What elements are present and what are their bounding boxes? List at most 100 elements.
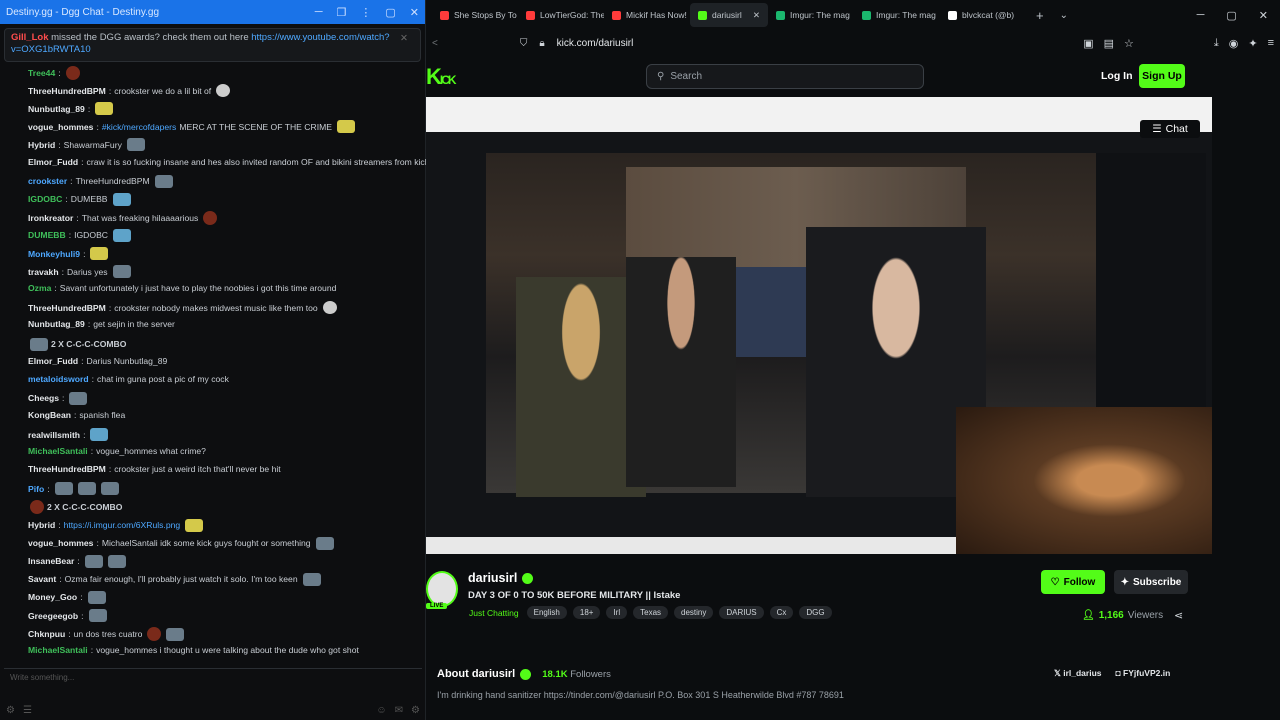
- chat-nick[interactable]: Ironkreator: [28, 213, 73, 223]
- users-icon[interactable]: ☰: [23, 705, 32, 716]
- chat-nick[interactable]: vogue_hommes: [28, 122, 93, 132]
- signup-button[interactable]: Sign Up: [1139, 64, 1185, 88]
- stream-tag[interactable]: Texas: [633, 606, 669, 619]
- stream-tag[interactable]: destiny: [674, 606, 714, 619]
- chat-nick[interactable]: MichaelSantali: [28, 645, 88, 655]
- chat-nick[interactable]: KongBean: [28, 410, 71, 420]
- emote-icon[interactable]: ☺: [376, 705, 386, 716]
- chat-link[interactable]: #kick/mercofdapers: [102, 122, 177, 132]
- shield-icon[interactable]: ⛉: [520, 38, 528, 49]
- settings-icon[interactable]: ⚙: [6, 705, 15, 716]
- chat-input[interactable]: Write something...: [4, 668, 422, 688]
- tab-favicon-icon: [698, 10, 707, 20]
- minimize-icon[interactable]: ─: [1197, 9, 1205, 22]
- browser-tab[interactable]: She Stops By To: [432, 3, 518, 27]
- address-input[interactable]: kick.com/dariusirl: [557, 38, 634, 49]
- category-link[interactable]: Just Chatting: [469, 608, 519, 618]
- extensions-icon[interactable]: ✦: [1248, 37, 1257, 50]
- chat-nick[interactable]: Nunbutlag_89: [28, 319, 85, 329]
- chat-nick[interactable]: Money_Goo: [28, 592, 77, 602]
- star-icon: ✦: [1120, 576, 1130, 588]
- viewers-label: Viewers: [1127, 610, 1164, 621]
- chat-nick[interactable]: metaloidsword: [28, 374, 89, 384]
- browser-tab[interactable]: blvckcat (@b): [940, 3, 1026, 27]
- chat-nick[interactable]: travakh: [28, 267, 59, 277]
- chat-nick[interactable]: Elmor_Fudd: [28, 157, 78, 167]
- stream-tag[interactable]: Cx: [769, 606, 794, 619]
- chat-link[interactable]: https://i.imgur.com/6XRuls.png: [64, 520, 181, 530]
- stream-tag[interactable]: English: [526, 606, 567, 619]
- account-icon[interactable]: ◉: [1229, 37, 1239, 50]
- restore-icon[interactable]: ▢: [385, 6, 395, 19]
- stream-tag[interactable]: 18+: [572, 606, 601, 619]
- channel-name[interactable]: dariusirl: [468, 571, 517, 585]
- whisper-icon[interactable]: ✉: [395, 705, 403, 716]
- chat-nick[interactable]: ThreeHundredBPM: [28, 303, 106, 313]
- chat-text: ThreeHundredBPM: [75, 176, 150, 187]
- gear-icon[interactable]: ⚙: [411, 705, 420, 716]
- stream-tag[interactable]: Irl: [606, 606, 628, 619]
- chat-nick[interactable]: crookster: [28, 176, 67, 186]
- back-icon[interactable]: <: [432, 38, 438, 49]
- chat-message: Hybrid: ShawarmaFury: [28, 138, 145, 152]
- more-icon[interactable]: ⋮: [360, 6, 371, 19]
- nick-separator: :: [108, 302, 112, 313]
- bookmark-star-icon[interactable]: ☆: [1124, 37, 1134, 50]
- browser-tab[interactable]: dariusirl ✕: [690, 3, 768, 27]
- stream-tag[interactable]: DARIUS: [719, 606, 764, 619]
- popout-icon[interactable]: ❐: [337, 6, 347, 19]
- pinned-nick[interactable]: Gill_Lok: [11, 32, 48, 43]
- browser-tab[interactable]: Mickif Has Now!: [604, 3, 690, 27]
- browser-tab[interactable]: Imgur: The mag: [768, 3, 854, 27]
- close-icon[interactable]: ✕: [410, 6, 419, 19]
- chat-nick[interactable]: ThreeHundredBPM: [28, 86, 106, 96]
- minimize-icon[interactable]: ─: [315, 6, 323, 19]
- reader-icon[interactable]: ▤: [1104, 37, 1114, 50]
- kick-logo[interactable]: KICK: [426, 64, 457, 90]
- chat-nick[interactable]: Elmor_Fudd: [28, 356, 78, 366]
- chat-nick[interactable]: Chknpuu: [28, 629, 65, 639]
- search-input[interactable]: ⚲ Search: [646, 64, 924, 89]
- download-icon[interactable]: ⤓: [1214, 37, 1219, 50]
- chat-nick[interactable]: Savant: [28, 574, 56, 584]
- maximize-icon[interactable]: ▢: [1226, 9, 1236, 22]
- chat-nick[interactable]: Hybrid: [28, 520, 55, 530]
- close-tab-icon[interactable]: ✕: [753, 10, 760, 21]
- chat-toggle-button[interactable]: ☰ Chat: [1140, 120, 1200, 138]
- share-icon[interactable]: ⋖: [1174, 609, 1183, 622]
- chat-nick[interactable]: Greegeegob: [28, 611, 78, 621]
- emote-icon: [87, 590, 106, 604]
- chat-nick[interactable]: Hybrid: [28, 140, 55, 150]
- browser-tab[interactable]: LowTierGod: The: [518, 3, 604, 27]
- chat-nick[interactable]: Tree44: [28, 68, 55, 78]
- video-player[interactable]: ☰ Chat: [426, 97, 1212, 554]
- x-link[interactable]: 𝕏 irl_darius: [1054, 668, 1102, 679]
- discord-link[interactable]: ◘ FYjfuVP2.in: [1116, 668, 1171, 679]
- chat-nick[interactable]: MichaelSantali: [28, 446, 88, 456]
- chat-nick[interactable]: Cheegs: [28, 393, 59, 403]
- chat-nick[interactable]: Monkeyhuli9: [28, 249, 80, 259]
- close-pinned-icon[interactable]: ✕: [400, 33, 408, 45]
- follow-button[interactable]: ♡ Follow: [1041, 570, 1105, 594]
- subscribe-button[interactable]: ✦ Subscribe: [1114, 570, 1188, 594]
- chat-nick[interactable]: ThreeHundredBPM: [28, 464, 106, 474]
- chat-nick[interactable]: vogue_hommes: [28, 538, 93, 548]
- nick-separator: :: [81, 156, 84, 167]
- chat-message: KongBean: spanish flea: [28, 410, 125, 420]
- tab-list-icon[interactable]: ⌄: [1060, 10, 1068, 21]
- menu-icon[interactable]: ≡: [1268, 37, 1274, 50]
- close-icon[interactable]: ✕: [1259, 9, 1268, 22]
- chat-nick[interactable]: realwillsmith: [28, 430, 80, 440]
- chat-nick[interactable]: InsaneBear: [28, 556, 74, 566]
- picture-icon[interactable]: ▣: [1083, 37, 1093, 50]
- chat-nick[interactable]: Nunbutlag_89: [28, 104, 85, 114]
- new-tab-icon[interactable]: +: [1036, 8, 1044, 23]
- avatar[interactable]: [426, 571, 458, 607]
- chat-nick[interactable]: DUMEBB: [28, 230, 66, 240]
- chat-nick[interactable]: Pifo: [28, 484, 44, 494]
- chat-nick[interactable]: IGDOBC: [28, 194, 62, 204]
- chat-nick[interactable]: Ozma: [28, 283, 51, 293]
- browser-tab[interactable]: Imgur: The mag: [854, 3, 940, 27]
- login-button[interactable]: Log In: [1101, 70, 1133, 82]
- stream-tag[interactable]: DGG: [799, 606, 832, 619]
